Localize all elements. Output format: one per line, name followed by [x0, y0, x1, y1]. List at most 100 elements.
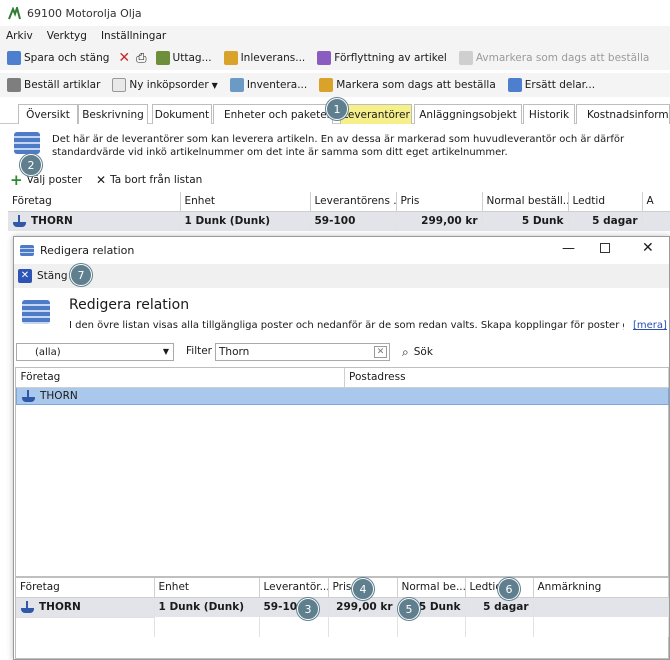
- table-row[interactable]: THORN 1 Dunk (Dunk) 59-100 299,00 kr 5 D…: [8, 211, 670, 231]
- window-title: 69100 Motorolja Olja: [27, 6, 142, 20]
- step-badge: 1: [326, 98, 348, 120]
- col-enhet-bottom[interactable]: Enhet: [154, 578, 260, 598]
- toolbar-main: Spara och stäng ✕ ⎙ Uttag... Inleverans.…: [0, 46, 670, 70]
- tab-oversikt[interactable]: Översikt: [18, 104, 78, 124]
- dialog-heading: Redigera relation: [69, 297, 190, 313]
- step-badge: 3: [297, 598, 319, 620]
- tab-kostnadsinformation[interactable]: Kostnadsinformati: [576, 104, 670, 124]
- selected-grid: Företag Enhet Leverantör... Pris Normal …: [16, 578, 669, 637]
- cell-price: 299,00 kr: [396, 211, 483, 231]
- cell-company: THORN: [8, 211, 181, 231]
- step-badge: 4: [352, 578, 374, 600]
- relation-icon: [22, 300, 50, 327]
- dialog-title: Redigera relation: [40, 243, 135, 257]
- withdraw-button[interactable]: Uttag...: [153, 51, 215, 65]
- order-icon: [7, 78, 21, 92]
- cell-normal-order: 5 Dunk: [482, 211, 569, 231]
- cell-company: THORN: [16, 597, 155, 617]
- list-item[interactable]: THORN: [16, 386, 669, 405]
- menu-installningar[interactable]: Inställningar: [101, 30, 166, 42]
- col-foretag-bottom[interactable]: Företag: [16, 578, 155, 598]
- delivery-button[interactable]: Inleverans...: [221, 51, 309, 65]
- step-badge: 6: [498, 578, 520, 600]
- col-ledtid[interactable]: Ledtid: [568, 192, 643, 212]
- step-badge: 2: [20, 154, 42, 176]
- col-normal-best[interactable]: Normal beställ...: [482, 192, 569, 212]
- mark-icon: [319, 78, 334, 92]
- selected-items-list: Företag Enhet Leverantör... Pris Normal …: [15, 577, 669, 659]
- col-normal-bottom[interactable]: Normal be...: [397, 578, 466, 598]
- dialog-toolbar: ✕ Stäng: [14, 264, 669, 288]
- tab-anlaggningsobjekt[interactable]: Anläggningsobjekt: [414, 104, 522, 124]
- col-leverantor-bottom[interactable]: Leverantör...: [259, 578, 329, 598]
- filter-input[interactable]: Thorn ✕: [215, 343, 390, 361]
- clear-filter-icon[interactable]: ✕: [374, 346, 387, 358]
- unmark-icon: [458, 51, 473, 65]
- col-postadress[interactable]: Postadress: [344, 368, 669, 388]
- cell-unit: 1 Dunk (Dunk): [180, 211, 311, 231]
- table-row[interactable]: THORN 1 Dunk (Dunk) 59-100 299,00 kr 5 D…: [16, 597, 669, 617]
- menu-arkiv[interactable]: Arkiv: [6, 30, 33, 42]
- tab-leverantorer[interactable]: Leverantörer: [340, 104, 412, 124]
- col-foretag[interactable]: Företag: [8, 192, 181, 212]
- selected-header-row: Företag Enhet Leverantör... Pris Normal …: [16, 578, 669, 598]
- remove-icon: ✕: [96, 173, 107, 187]
- move-article-button[interactable]: Förflyttning av artikel: [314, 51, 450, 65]
- table-row-empty: [16, 616, 669, 637]
- available-header-row: Företag Postadress: [16, 368, 669, 388]
- maximize-icon[interactable]: [600, 243, 610, 253]
- delete-icon[interactable]: ✕: [118, 50, 130, 66]
- info-text: Det här är de leverantörer som kan lever…: [52, 134, 625, 158]
- cell-price[interactable]: 299,00 kr: [328, 597, 398, 617]
- col-enhet[interactable]: Enhet: [180, 192, 311, 212]
- dialog-app-icon: [20, 244, 34, 256]
- tab-beskrivning[interactable]: Beskrivning: [78, 104, 148, 124]
- cell-lead-time[interactable]: 5 dagar: [465, 597, 534, 617]
- col-foretag-top[interactable]: Företag: [16, 368, 345, 388]
- col-a[interactable]: A: [642, 192, 670, 212]
- step-badge: 7: [70, 264, 92, 286]
- supplier-icon: [20, 601, 35, 613]
- cell-remark[interactable]: [533, 597, 669, 617]
- withdraw-icon: [155, 51, 170, 65]
- filter-label: Filter: [186, 345, 213, 357]
- tab-historik[interactable]: Historik: [523, 104, 575, 124]
- search-button[interactable]: ⌕ Sök: [402, 343, 433, 361]
- close-dialog-button[interactable]: ✕ Stäng: [18, 269, 68, 283]
- grid-header-row: Företag Enhet Leverantörens ... Pris Nor…: [8, 192, 670, 212]
- window-title-bar: 69100 Motorolja Olja: [0, 0, 670, 26]
- cell-unit[interactable]: 1 Dunk (Dunk): [154, 597, 260, 617]
- supplier-list-icon: [14, 132, 40, 157]
- supplier-icon: [21, 389, 36, 402]
- step-badge: 5: [398, 598, 420, 620]
- close-icon[interactable]: ✕: [642, 240, 654, 256]
- unmark-order-button[interactable]: Avmarkera som dags att beställa: [456, 51, 652, 65]
- new-po-button[interactable]: Ny inköpsorder ▼: [109, 78, 220, 92]
- category-dropdown[interactable]: (alla) ▼: [16, 343, 174, 361]
- inventory-button[interactable]: Inventera...: [227, 78, 310, 92]
- save-close-button[interactable]: Spara och stäng: [4, 51, 112, 65]
- dropdown-arrow-icon[interactable]: ▼: [212, 81, 218, 90]
- more-link[interactable]: [mera]: [633, 320, 667, 331]
- print-icon[interactable]: ⎙: [136, 51, 146, 66]
- order-articles-button[interactable]: Beställ artiklar: [4, 78, 103, 92]
- save-icon: [7, 51, 21, 65]
- mark-order-button[interactable]: Markera som dags att beställa: [316, 78, 499, 92]
- remove-from-list-button[interactable]: ✕ Ta bort från listan: [96, 173, 202, 187]
- col-pris[interactable]: Pris: [396, 192, 483, 212]
- replace-icon: [507, 78, 522, 92]
- move-icon: [317, 51, 332, 65]
- chevron-down-icon: ▼: [162, 347, 169, 356]
- choose-items-button[interactable]: + Välj poster: [10, 171, 82, 189]
- tab-dokument[interactable]: Dokument: [152, 104, 212, 124]
- supplier-icon: [12, 215, 27, 228]
- inventory-icon: [229, 78, 244, 92]
- col-lev-artnr[interactable]: Leverantörens ...: [310, 192, 397, 212]
- tab-enheter[interactable]: Enheter och paketering: [213, 104, 333, 124]
- delivery-icon: [223, 51, 238, 65]
- replace-parts-button[interactable]: Ersätt delar...: [505, 78, 598, 92]
- minimize-icon[interactable]: —: [562, 241, 575, 256]
- menu-verktyg[interactable]: Verktyg: [47, 30, 87, 42]
- plus-icon: +: [10, 171, 23, 189]
- col-anmarkning[interactable]: Anmärkning: [533, 578, 669, 598]
